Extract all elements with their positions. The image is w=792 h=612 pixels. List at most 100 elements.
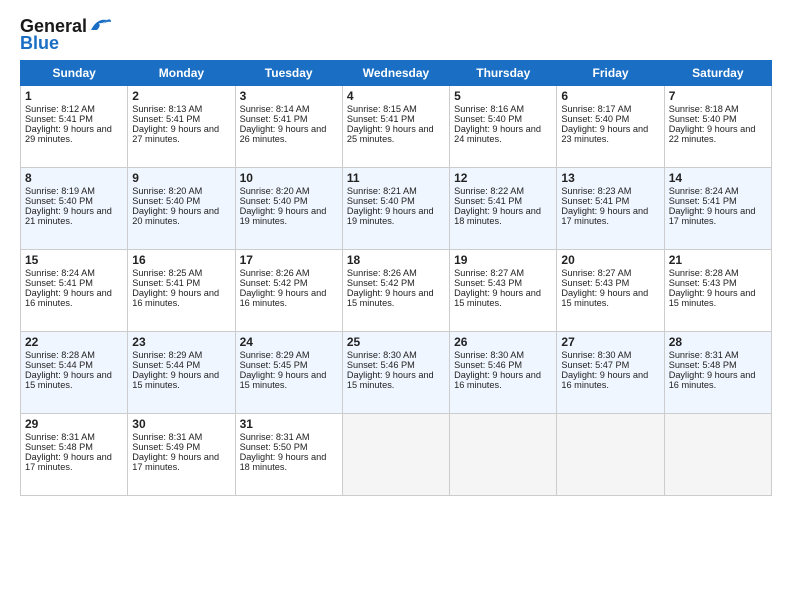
logo-bird-icon <box>89 16 111 34</box>
logo-blue: Blue <box>20 33 59 54</box>
day-number: 16 <box>132 253 230 267</box>
sunset-text: Sunset: 5:45 PM <box>240 360 308 370</box>
sunset-text: Sunset: 5:40 PM <box>240 196 308 206</box>
sunrise-text: Sunrise: 8:13 AM <box>132 104 202 114</box>
sunrise-text: Sunrise: 8:25 AM <box>132 268 202 278</box>
day-number: 20 <box>561 253 659 267</box>
sunset-text: Sunset: 5:40 PM <box>25 196 93 206</box>
sunset-text: Sunset: 5:48 PM <box>25 442 93 452</box>
daylight-text: Daylight: 9 hours and 24 minutes. <box>454 124 541 144</box>
calendar-cell <box>450 414 557 496</box>
calendar-cell: 16Sunrise: 8:25 AMSunset: 5:41 PMDayligh… <box>128 250 235 332</box>
calendar-cell: 30Sunrise: 8:31 AMSunset: 5:49 PMDayligh… <box>128 414 235 496</box>
sunset-text: Sunset: 5:50 PM <box>240 442 308 452</box>
weekday-thursday: Thursday <box>450 61 557 86</box>
daylight-text: Daylight: 9 hours and 16 minutes. <box>132 288 219 308</box>
sunrise-text: Sunrise: 8:28 AM <box>25 350 95 360</box>
sunrise-text: Sunrise: 8:26 AM <box>240 268 310 278</box>
calendar-row: 15Sunrise: 8:24 AMSunset: 5:41 PMDayligh… <box>21 250 772 332</box>
header: General Blue <box>20 16 772 54</box>
daylight-text: Daylight: 9 hours and 18 minutes. <box>240 452 327 472</box>
calendar-cell: 28Sunrise: 8:31 AMSunset: 5:48 PMDayligh… <box>664 332 771 414</box>
weekday-friday: Friday <box>557 61 664 86</box>
sunrise-text: Sunrise: 8:20 AM <box>132 186 202 196</box>
weekday-saturday: Saturday <box>664 61 771 86</box>
day-number: 4 <box>347 89 445 103</box>
sunrise-text: Sunrise: 8:27 AM <box>561 268 631 278</box>
day-number: 2 <box>132 89 230 103</box>
calendar-cell: 7Sunrise: 8:18 AMSunset: 5:40 PMDaylight… <box>664 86 771 168</box>
sunset-text: Sunset: 5:42 PM <box>240 278 308 288</box>
daylight-text: Daylight: 9 hours and 23 minutes. <box>561 124 648 144</box>
sunrise-text: Sunrise: 8:23 AM <box>561 186 631 196</box>
sunset-text: Sunset: 5:44 PM <box>25 360 93 370</box>
sunrise-text: Sunrise: 8:24 AM <box>669 186 739 196</box>
sunrise-text: Sunrise: 8:31 AM <box>25 432 95 442</box>
calendar-cell: 26Sunrise: 8:30 AMSunset: 5:46 PMDayligh… <box>450 332 557 414</box>
day-number: 31 <box>240 417 338 431</box>
calendar-cell: 15Sunrise: 8:24 AMSunset: 5:41 PMDayligh… <box>21 250 128 332</box>
sunrise-text: Sunrise: 8:31 AM <box>240 432 310 442</box>
daylight-text: Daylight: 9 hours and 22 minutes. <box>669 124 756 144</box>
day-number: 14 <box>669 171 767 185</box>
daylight-text: Daylight: 9 hours and 17 minutes. <box>25 452 112 472</box>
calendar-cell: 12Sunrise: 8:22 AMSunset: 5:41 PMDayligh… <box>450 168 557 250</box>
sunrise-text: Sunrise: 8:31 AM <box>669 350 739 360</box>
sunset-text: Sunset: 5:43 PM <box>561 278 629 288</box>
sunset-text: Sunset: 5:41 PM <box>561 196 629 206</box>
day-number: 21 <box>669 253 767 267</box>
sunrise-text: Sunrise: 8:29 AM <box>132 350 202 360</box>
daylight-text: Daylight: 9 hours and 16 minutes. <box>25 288 112 308</box>
sunset-text: Sunset: 5:49 PM <box>132 442 200 452</box>
day-number: 11 <box>347 171 445 185</box>
sunrise-text: Sunrise: 8:30 AM <box>454 350 524 360</box>
day-number: 7 <box>669 89 767 103</box>
day-number: 10 <box>240 171 338 185</box>
daylight-text: Daylight: 9 hours and 15 minutes. <box>347 288 434 308</box>
day-number: 23 <box>132 335 230 349</box>
calendar-cell: 14Sunrise: 8:24 AMSunset: 5:41 PMDayligh… <box>664 168 771 250</box>
daylight-text: Daylight: 9 hours and 16 minutes. <box>669 370 756 390</box>
calendar-cell: 19Sunrise: 8:27 AMSunset: 5:43 PMDayligh… <box>450 250 557 332</box>
sunset-text: Sunset: 5:41 PM <box>240 114 308 124</box>
sunrise-text: Sunrise: 8:16 AM <box>454 104 524 114</box>
sunset-text: Sunset: 5:46 PM <box>454 360 522 370</box>
sunset-text: Sunset: 5:40 PM <box>561 114 629 124</box>
day-number: 25 <box>347 335 445 349</box>
daylight-text: Daylight: 9 hours and 18 minutes. <box>454 206 541 226</box>
calendar-cell <box>342 414 449 496</box>
sunset-text: Sunset: 5:43 PM <box>454 278 522 288</box>
daylight-text: Daylight: 9 hours and 16 minutes. <box>561 370 648 390</box>
sunset-text: Sunset: 5:41 PM <box>25 278 93 288</box>
calendar-cell: 6Sunrise: 8:17 AMSunset: 5:40 PMDaylight… <box>557 86 664 168</box>
daylight-text: Daylight: 9 hours and 26 minutes. <box>240 124 327 144</box>
sunrise-text: Sunrise: 8:30 AM <box>561 350 631 360</box>
calendar-cell: 11Sunrise: 8:21 AMSunset: 5:40 PMDayligh… <box>342 168 449 250</box>
day-number: 30 <box>132 417 230 431</box>
sunset-text: Sunset: 5:44 PM <box>132 360 200 370</box>
day-number: 12 <box>454 171 552 185</box>
sunset-text: Sunset: 5:41 PM <box>25 114 93 124</box>
daylight-text: Daylight: 9 hours and 16 minutes. <box>240 288 327 308</box>
day-number: 5 <box>454 89 552 103</box>
day-number: 17 <box>240 253 338 267</box>
sunset-text: Sunset: 5:41 PM <box>669 196 737 206</box>
daylight-text: Daylight: 9 hours and 17 minutes. <box>561 206 648 226</box>
weekday-wednesday: Wednesday <box>342 61 449 86</box>
calendar-cell: 2Sunrise: 8:13 AMSunset: 5:41 PMDaylight… <box>128 86 235 168</box>
day-number: 15 <box>25 253 123 267</box>
sunset-text: Sunset: 5:40 PM <box>454 114 522 124</box>
calendar-cell: 18Sunrise: 8:26 AMSunset: 5:42 PMDayligh… <box>342 250 449 332</box>
day-number: 22 <box>25 335 123 349</box>
daylight-text: Daylight: 9 hours and 25 minutes. <box>347 124 434 144</box>
daylight-text: Daylight: 9 hours and 27 minutes. <box>132 124 219 144</box>
day-number: 13 <box>561 171 659 185</box>
sunrise-text: Sunrise: 8:12 AM <box>25 104 95 114</box>
sunrise-text: Sunrise: 8:28 AM <box>669 268 739 278</box>
sunset-text: Sunset: 5:40 PM <box>669 114 737 124</box>
calendar: SundayMondayTuesdayWednesdayThursdayFrid… <box>20 60 772 496</box>
calendar-cell: 3Sunrise: 8:14 AMSunset: 5:41 PMDaylight… <box>235 86 342 168</box>
sunrise-text: Sunrise: 8:17 AM <box>561 104 631 114</box>
sunset-text: Sunset: 5:41 PM <box>347 114 415 124</box>
daylight-text: Daylight: 9 hours and 15 minutes. <box>669 288 756 308</box>
